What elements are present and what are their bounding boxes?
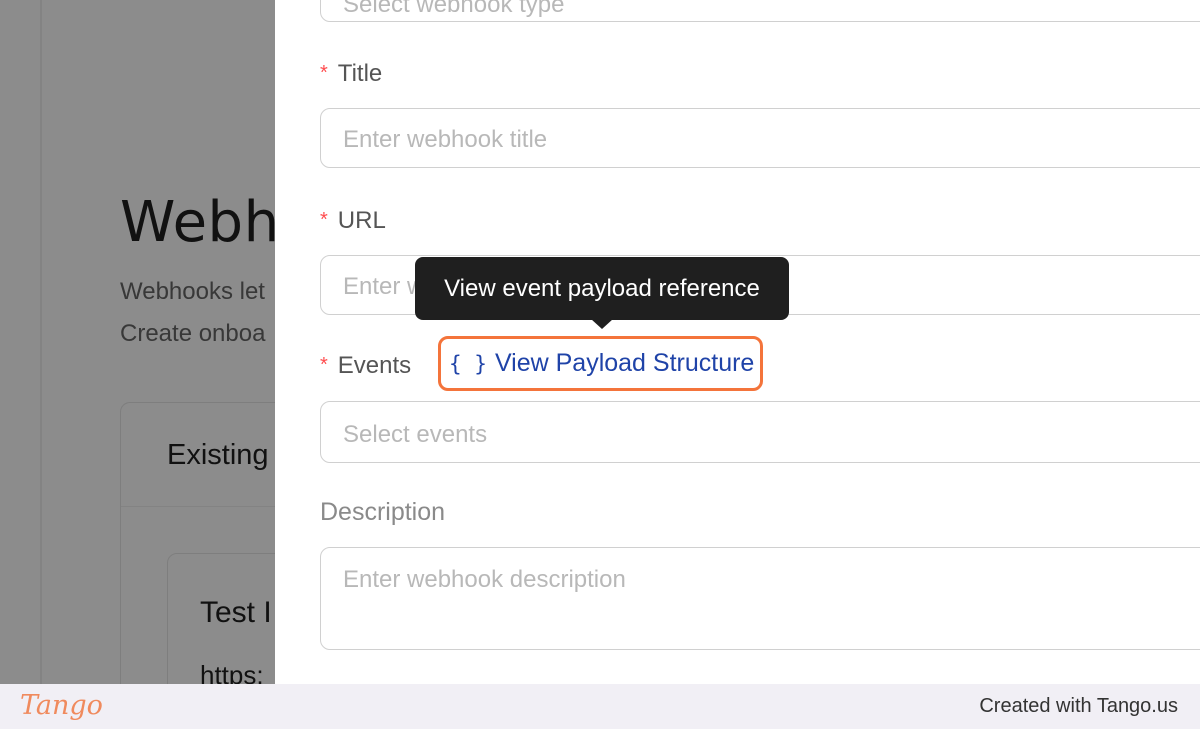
created-with-credit: Created with Tango.us [979,695,1178,717]
description-label: Description [320,498,446,526]
required-mark: * [320,354,328,376]
tooltip-arrow [591,319,613,329]
title-label-text: Title [337,60,383,87]
url-label-text: URL [337,207,386,234]
description-textarea-placeholder: Enter webhook description [343,566,626,593]
tooltip-text: View event payload reference [444,275,760,302]
webhook-form-drawer: Select webhook type * Title Enter webhook… [275,0,1200,684]
view-payload-structure-label: View Payload Structure [494,349,755,377]
events-label: * Events [320,352,411,380]
webhook-type-select[interactable]: Select webhook type [320,0,1200,22]
title-input-placeholder: Enter webhook title [343,126,548,153]
url-label: * URL [320,207,386,235]
webhook-type-placeholder: Select webhook type [343,0,565,18]
highlight-box: { } View Payload Structure [438,336,763,391]
view-payload-structure-link[interactable]: { } View Payload Structure [449,349,754,378]
events-select[interactable]: Select events [320,401,1200,463]
events-label-text: Events [337,352,412,379]
events-select-placeholder: Select events [343,421,488,448]
tango-footer: Tango Created with Tango.us [0,684,1200,729]
required-mark: * [320,209,328,231]
title-input[interactable]: Enter webhook title [320,108,1200,168]
required-mark: * [320,62,328,84]
description-textarea[interactable]: Enter webhook description [320,547,1200,650]
tooltip: View event payload reference [415,257,789,329]
title-label: * Title [320,60,382,88]
code-braces-icon: { } [449,352,487,376]
tango-logo: Tango [20,690,103,721]
